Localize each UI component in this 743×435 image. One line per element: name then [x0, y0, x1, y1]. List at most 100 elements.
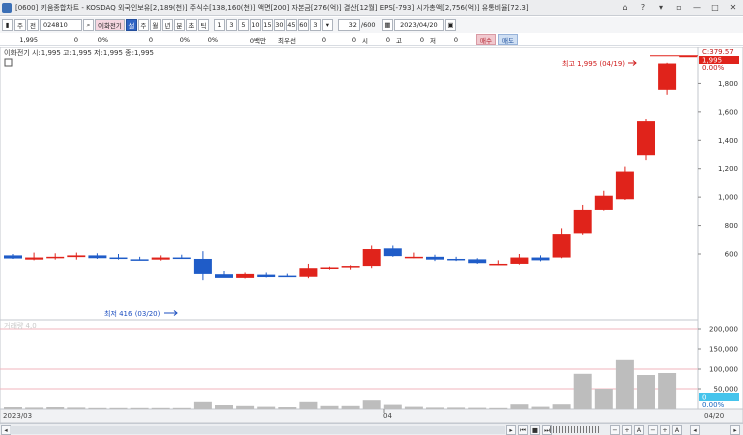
- scroll-right-icon[interactable]: ▸: [506, 425, 516, 435]
- grid-icon[interactable]: ▦: [381, 19, 393, 31]
- minimize-icon[interactable]: —: [689, 2, 705, 14]
- sell-button[interactable]: 매도: [498, 34, 518, 45]
- tab-day[interactable]: 주: [137, 19, 149, 31]
- bottom-scroll-right-icon[interactable]: ▸: [730, 425, 740, 435]
- volume-bar: [4, 407, 22, 409]
- search-icon[interactable]: ⌕: [82, 19, 94, 31]
- price-tick-label: 600: [725, 251, 738, 259]
- volume-tick-label: 50,000: [714, 386, 739, 394]
- high-value: 0: [419, 35, 424, 44]
- tab-month[interactable]: 월: [149, 19, 161, 31]
- chart-type-icon[interactable]: ▮: [2, 19, 13, 31]
- price-chart-svg[interactable]: 이화전기 시:1,995 고:1,995 저:1,995 종:1,995 거래량…: [0, 46, 743, 424]
- candle-body: [320, 267, 339, 270]
- close-icon[interactable]: ✕: [725, 2, 741, 14]
- period-select[interactable]: 전: [26, 19, 39, 31]
- volume-panel: [0, 319, 699, 410]
- candle-body: [594, 195, 613, 210]
- date-input[interactable]: 2023/04/20: [393, 19, 444, 31]
- chart-area[interactable]: 이화전기 시:1,995 고:1,995 저:1,995 종:1,995 거래량…: [0, 46, 743, 424]
- volume-bar: [426, 407, 444, 409]
- priority-label: 최우선: [278, 36, 296, 45]
- x-axis-panel: [0, 408, 743, 424]
- minute-30-button[interactable]: 30: [273, 19, 285, 31]
- x-axis-month-label: 04: [383, 412, 392, 420]
- price-panel: [0, 46, 699, 321]
- menu-dropdown-icon[interactable]: ▾: [653, 2, 669, 14]
- candle-body: [278, 275, 297, 278]
- restore-icon[interactable]: ▫: [671, 2, 687, 14]
- candle-body: [362, 249, 381, 267]
- zoom-slider[interactable]: [550, 426, 600, 433]
- quote-row: 1,995 0 0% 0 0% 0% 0백만 최우선 0 0 시 0 고 0 저…: [0, 34, 743, 46]
- x-axis-end-label: 04/20: [704, 412, 724, 420]
- minute-5-button[interactable]: 5: [237, 19, 249, 31]
- maximize-icon[interactable]: □: [707, 2, 723, 14]
- scrollbar[interactable]: [10, 426, 505, 434]
- calendar-icon[interactable]: ▣: [444, 19, 456, 31]
- data-count-input[interactable]: 32: [337, 19, 360, 31]
- candle-body: [46, 256, 65, 259]
- volume-bar: [109, 407, 128, 409]
- help-icon[interactable]: ?: [635, 2, 651, 14]
- minute-1-button[interactable]: 1: [213, 19, 225, 31]
- low-value: 0: [453, 35, 458, 44]
- candle-body: [172, 257, 191, 260]
- scale-plus-icon[interactable]: +: [660, 425, 670, 435]
- volume-tick-label: 150,000: [709, 346, 738, 354]
- tab-year[interactable]: 년: [161, 19, 173, 31]
- minute-3-button[interactable]: 3: [225, 19, 237, 31]
- candle-body: [658, 63, 677, 90]
- candle-body: [552, 234, 571, 258]
- candle-body: [426, 256, 444, 260]
- window-title-bar: [0600] 키움종합차트 - KOSDAQ 외국인보유[2,189(천)] 주…: [0, 0, 743, 16]
- mode-select[interactable]: 주: [14, 19, 26, 31]
- price-tick-label: 1,600: [718, 108, 738, 116]
- volume-tick-label: 100,000: [709, 366, 738, 374]
- candle-body: [383, 248, 402, 257]
- first-page-icon[interactable]: ⏮: [518, 425, 528, 435]
- minute-15-button[interactable]: 15: [261, 19, 273, 31]
- text-size-icon[interactable]: A: [634, 425, 644, 435]
- data-count-max: /600: [360, 21, 376, 29]
- volume-percent: 0%: [179, 35, 190, 44]
- minute-60-button[interactable]: 60: [297, 19, 309, 31]
- volume-bar: [362, 400, 381, 409]
- zoom-in-icon[interactable]: +: [622, 425, 632, 435]
- candle-body: [88, 255, 107, 259]
- candle-body: [510, 257, 529, 264]
- tab-second[interactable]: 초: [185, 19, 197, 31]
- stock-name-field[interactable]: 이화전기: [94, 19, 125, 31]
- scale-minus-icon[interactable]: −: [648, 425, 658, 435]
- tab-minute[interactable]: 분: [173, 19, 185, 31]
- candle-body: [130, 259, 149, 261]
- open-value: 0: [385, 35, 390, 44]
- priority-value: 0: [321, 35, 326, 44]
- price-tick-label: 1,200: [718, 165, 738, 173]
- setting-button[interactable]: 설: [125, 19, 137, 31]
- bottom-scroll-left-icon[interactable]: ◂: [690, 425, 700, 435]
- candle-body: [193, 258, 212, 274]
- candle-body: [531, 257, 550, 261]
- volume-bar: [658, 373, 677, 409]
- minute-10-button[interactable]: 10: [249, 19, 261, 31]
- current-price: 1,995: [19, 35, 38, 44]
- current-percent: 0.00%: [702, 64, 725, 72]
- text-size-large-icon[interactable]: A: [672, 425, 682, 435]
- volume-bar: [447, 407, 466, 409]
- tab-tick[interactable]: 틱: [197, 19, 209, 31]
- high-label: 고: [396, 36, 402, 45]
- candle-body: [67, 255, 86, 258]
- zoom-out-icon[interactable]: −: [610, 425, 620, 435]
- volume-bar: [383, 404, 402, 409]
- candle-body: [236, 273, 255, 278]
- stop-icon[interactable]: ■: [530, 425, 540, 435]
- home-icon[interactable]: ⌂: [617, 2, 633, 14]
- stock-code-input[interactable]: 024810: [39, 19, 82, 31]
- volume-percent-2: 0%: [207, 35, 218, 44]
- custom-minute-select[interactable]: 3: [309, 19, 321, 31]
- minute-45-button[interactable]: 45: [285, 19, 297, 31]
- chevron-down-icon[interactable]: ▾: [321, 19, 333, 31]
- volume-bar: [67, 407, 86, 409]
- buy-button[interactable]: 매수: [476, 34, 496, 45]
